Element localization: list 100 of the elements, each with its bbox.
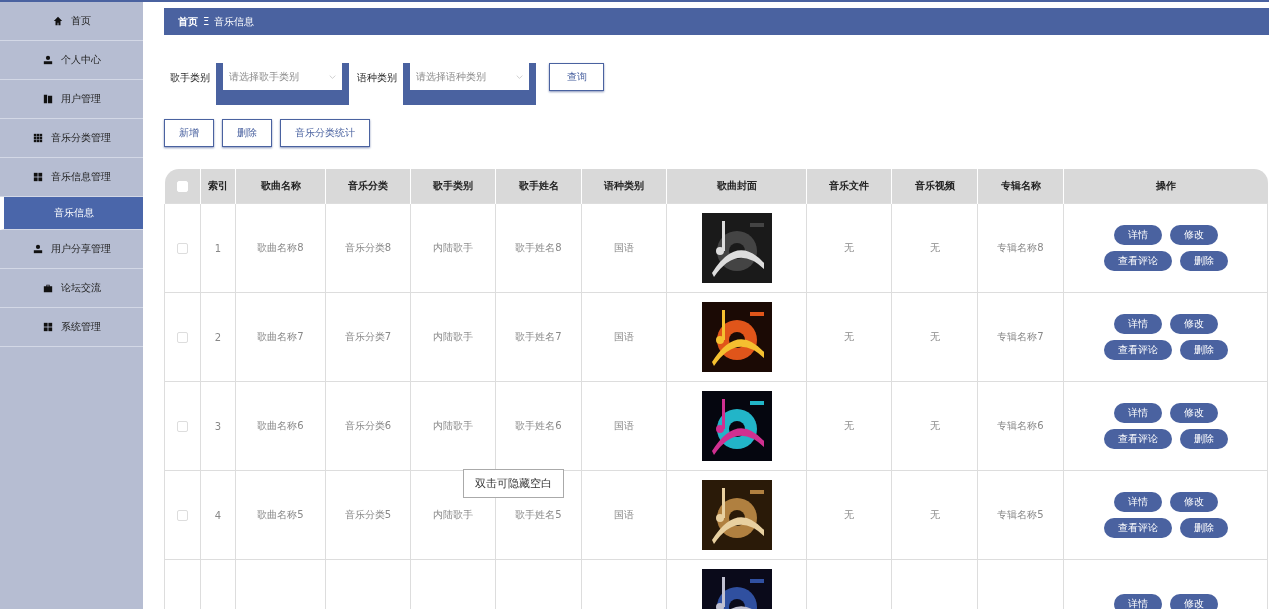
breadcrumb-home[interactable]: 首页 [178,14,198,29]
table-cell: 专辑名称6 [997,420,1044,431]
table-cell: 国语 [614,331,634,342]
briefcase-icon [42,283,53,293]
column-header: 音乐视频 [914,180,955,191]
table-cell: 内陆歌手 [433,242,473,253]
table-cell: 歌曲名称5 [257,509,304,520]
column-header: 音乐文件 [829,180,869,191]
table-cell: 国语 [614,420,634,431]
table-cell: 国语 [614,242,634,253]
sidebar-item[interactable]: 论坛交流 [0,269,143,308]
table-cell: 内陆歌手 [433,509,473,520]
sidebar-item[interactable]: 系统管理 [0,308,143,347]
row-action-button[interactable]: 删除 [1179,518,1228,538]
dashboard-icon [42,322,53,332]
row-action-button[interactable]: 修改 [1169,225,1218,245]
table-cell: 2 [214,331,222,343]
action-button[interactable]: 删除 [222,119,272,147]
table-cell: 音乐分类6 [344,420,392,431]
table-cell: 4 [214,509,222,521]
table-cell: 歌手姓名6 [515,420,562,431]
user-icon [42,55,53,65]
dashboard-icon [32,172,43,182]
sidebar-item[interactable]: 音乐分类管理 [0,119,143,158]
table-cell: 音乐分类5 [344,509,392,520]
column-header: 歌手类别 [433,180,473,191]
table-cell: 内陆歌手 [433,331,473,342]
action-button[interactable]: 音乐分类统计 [280,119,370,147]
table-cell: 无 [844,242,854,253]
row-action-button[interactable]: 查看评论 [1103,429,1172,449]
table-cell: 专辑名称7 [997,331,1044,342]
row-action-button[interactable]: 修改 [1169,314,1218,334]
row-action-button[interactable]: 修改 [1169,492,1218,512]
table-cell: 内陆歌手 [433,420,473,431]
table-cell: 3 [214,420,222,432]
table-cell: 专辑名称5 [997,509,1044,520]
row-action-button[interactable]: 详情 [1113,403,1162,423]
sidebar-item[interactable]: 首页 [0,2,143,41]
table-cell: 歌曲名称8 [257,242,304,253]
table-cell: 无 [844,420,854,431]
table-cell: 1 [214,242,222,254]
sidebar-item[interactable]: 用户分享管理 [0,230,143,269]
filter-label: 歌手类别 [170,71,210,85]
row-checkbox[interactable] [177,242,188,254]
column-header: 语种类别 [604,180,644,191]
row-action-button[interactable]: 删除 [1179,429,1228,449]
table-cell: 音乐分类8 [344,242,392,253]
sidebar-item[interactable]: 音乐信息 [0,197,143,230]
column-header: 歌曲名称 [260,180,301,191]
table-cell: 无 [844,509,854,520]
action-button[interactable]: 新增 [164,119,214,147]
user-icon [32,244,43,254]
chevron-down-icon [516,73,523,80]
search-button[interactable]: 查询 [549,63,604,91]
table-cell: 无 [929,420,940,431]
table-cell: 专辑名称8 [997,242,1044,253]
select-field[interactable]: 请选择歌手类别 [223,63,342,90]
table-cell: 音乐分类7 [344,331,392,342]
breadcrumb-separator: Ξ [203,16,210,27]
select-field[interactable]: 请选择语种类别 [410,63,529,90]
row-checkbox[interactable] [177,331,188,343]
table-cell: 歌手姓名7 [515,331,562,342]
row-checkbox[interactable] [177,509,188,521]
column-header: 歌手姓名 [518,180,559,191]
row-action-button[interactable]: 查看评论 [1103,518,1172,538]
row-action-button[interactable]: 修改 [1169,403,1218,423]
row-action-button[interactable]: 详情 [1113,225,1162,245]
row-action-button[interactable]: 查看评论 [1103,340,1172,360]
breadcrumb-current: 音乐信息 [214,14,255,29]
table-cell: 无 [844,331,854,342]
tooltip: 双击可隐藏空白 [463,469,564,498]
column-header: 歌曲封面 [716,180,757,191]
book-icon [42,94,53,104]
column-header: 专辑名称 [1000,180,1041,191]
table-cell: 歌手姓名5 [515,509,562,520]
row-action-button[interactable]: 删除 [1179,340,1228,360]
grid-icon [32,133,43,143]
table-cell: 无 [929,331,940,342]
table-cell: 歌曲名称6 [257,420,304,431]
table-cell: 国语 [614,509,634,520]
home-icon [52,16,63,26]
sidebar-item[interactable]: 个人中心 [0,41,143,80]
column-header: 音乐分类 [348,180,388,191]
row-action-button[interactable]: 查看评论 [1103,251,1172,271]
select-input[interactable]: 请选择语种类别 [416,71,516,82]
column-header: 操作 [1155,180,1176,191]
table-cell: 歌曲名称7 [257,331,304,342]
select-all-checkbox[interactable] [177,180,188,192]
select-input[interactable]: 请选择歌手类别 [229,71,329,82]
chevron-down-icon [329,73,336,80]
table-cell: 无 [929,242,940,253]
row-action-button[interactable]: 详情 [1113,492,1162,512]
row-checkbox[interactable] [177,420,188,432]
row-action-button[interactable]: 详情 [1113,314,1162,334]
filter-label: 语种类别 [357,71,397,85]
row-action-button[interactable]: 删除 [1179,251,1228,271]
column-header: 索引 [208,180,228,191]
sidebar-item[interactable]: 用户管理 [0,80,143,119]
row-action-button[interactable]: 详情 [1113,594,1162,609]
row-action-button[interactable]: 修改 [1169,594,1218,609]
